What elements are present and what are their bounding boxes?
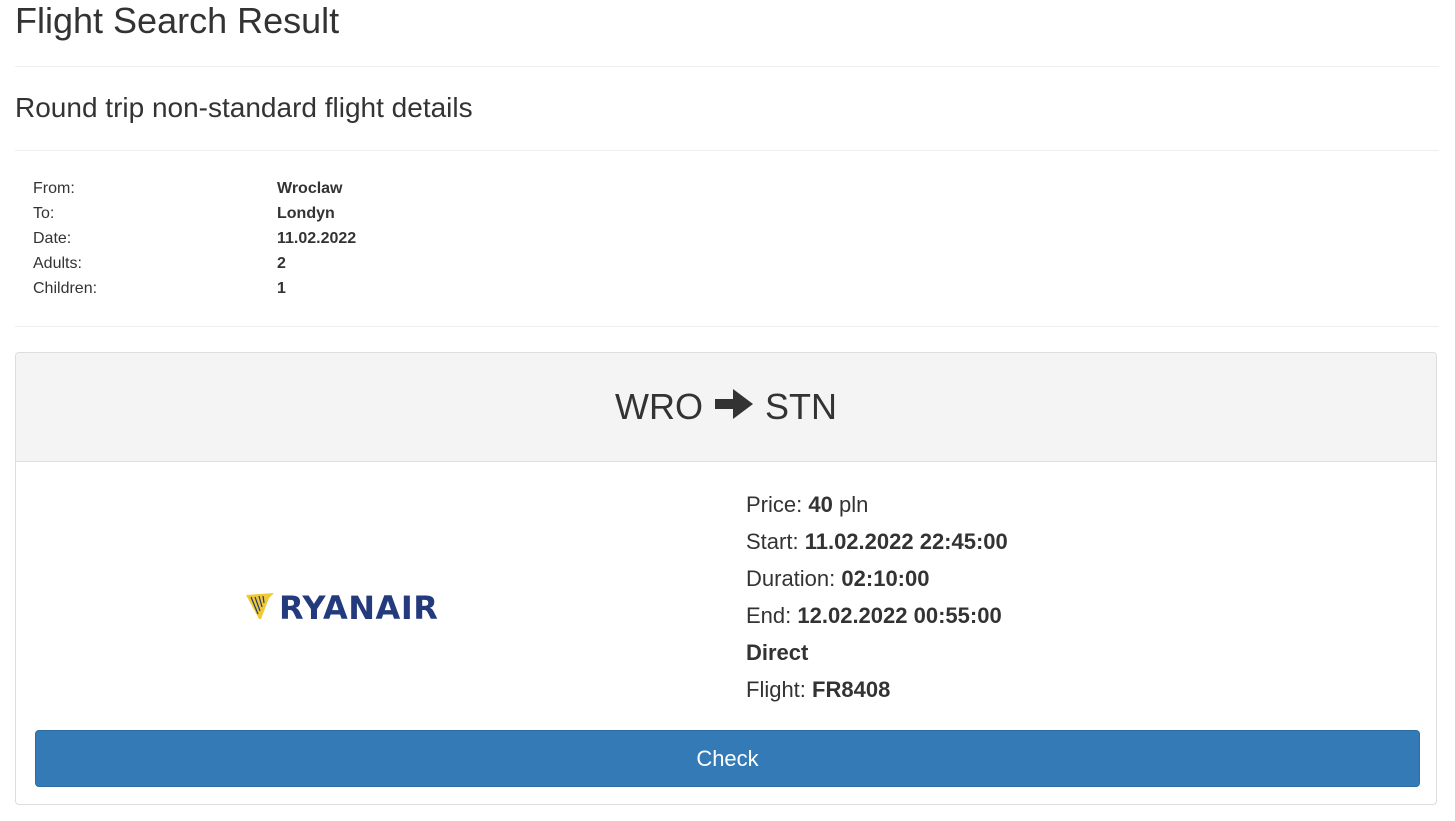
- detail-label: Adults:: [33, 255, 82, 272]
- flight-number: FR8408: [812, 677, 891, 702]
- duration-label: Duration:: [746, 566, 836, 591]
- detail-value: 11.02.2022: [277, 230, 357, 247]
- page-title: Flight Search Result: [15, 0, 340, 41]
- destination-code: STN: [764, 386, 837, 427]
- detail-row-to: To: Londyn: [33, 202, 356, 227]
- flight-info: Price: 40 pln Start: 11.02.2022 22:45:00…: [746, 486, 1008, 708]
- airline-logo-text: RYANAIR: [279, 589, 439, 627]
- detail-value: Londyn: [277, 205, 335, 222]
- end-value: 12.02.2022 00:55:00: [797, 603, 1002, 628]
- flight-card: WRO STN RYANAIR Price: 40 pln Start: 11.…: [15, 352, 1437, 805]
- detail-label: Children:: [33, 280, 98, 297]
- divider: [15, 150, 1439, 151]
- ryanair-harp-icon: [245, 592, 275, 625]
- origin-code: WRO: [615, 386, 703, 427]
- start-row: Start: 11.02.2022 22:45:00: [746, 523, 1008, 560]
- check-button[interactable]: Check: [35, 730, 1420, 787]
- arrow-right-icon: [714, 386, 753, 428]
- detail-label: From:: [33, 180, 75, 197]
- detail-row-from: From: Wroclaw: [33, 177, 356, 202]
- start-value: 11.02.2022 22:45:00: [804, 529, 1008, 554]
- detail-label: To:: [33, 205, 55, 222]
- flight-type: Direct: [746, 640, 809, 665]
- price-row: Price: 40 pln: [746, 486, 1008, 523]
- detail-value: 1: [277, 280, 286, 297]
- search-details: From: Wroclaw To: Londyn Date: 11.02.202…: [33, 177, 356, 302]
- duration-value: 02:10:00: [841, 566, 930, 591]
- section-title: Round trip non-standard flight details: [15, 92, 473, 123]
- end-label: End:: [746, 603, 792, 628]
- start-label: Start:: [746, 529, 799, 554]
- detail-value: Wroclaw: [277, 180, 343, 197]
- detail-label: Date:: [33, 230, 72, 247]
- divider: [15, 66, 1439, 67]
- detail-row-children: Children: 1: [33, 277, 356, 302]
- flight-label: Flight:: [746, 677, 806, 702]
- detail-value: 2: [277, 255, 286, 272]
- airline-logo: RYANAIR: [245, 589, 438, 627]
- page: Flight Search Result Round trip non-stan…: [0, 0, 1455, 821]
- price-label: Price:: [746, 492, 803, 517]
- flight-number-row: Flight: FR8408: [746, 671, 1008, 708]
- price-value: 40: [808, 492, 833, 517]
- route-header: WRO STN: [16, 353, 1436, 462]
- end-row: End: 12.02.2022 00:55:00: [746, 597, 1008, 634]
- duration-row: Duration: 02:10:00: [746, 560, 1008, 597]
- flight-type-row: Direct: [746, 634, 1008, 671]
- divider: [15, 326, 1439, 327]
- detail-row-adults: Adults: 2: [33, 252, 356, 277]
- price-currency: pln: [838, 492, 869, 517]
- detail-row-date: Date: 11.02.2022: [33, 227, 356, 252]
